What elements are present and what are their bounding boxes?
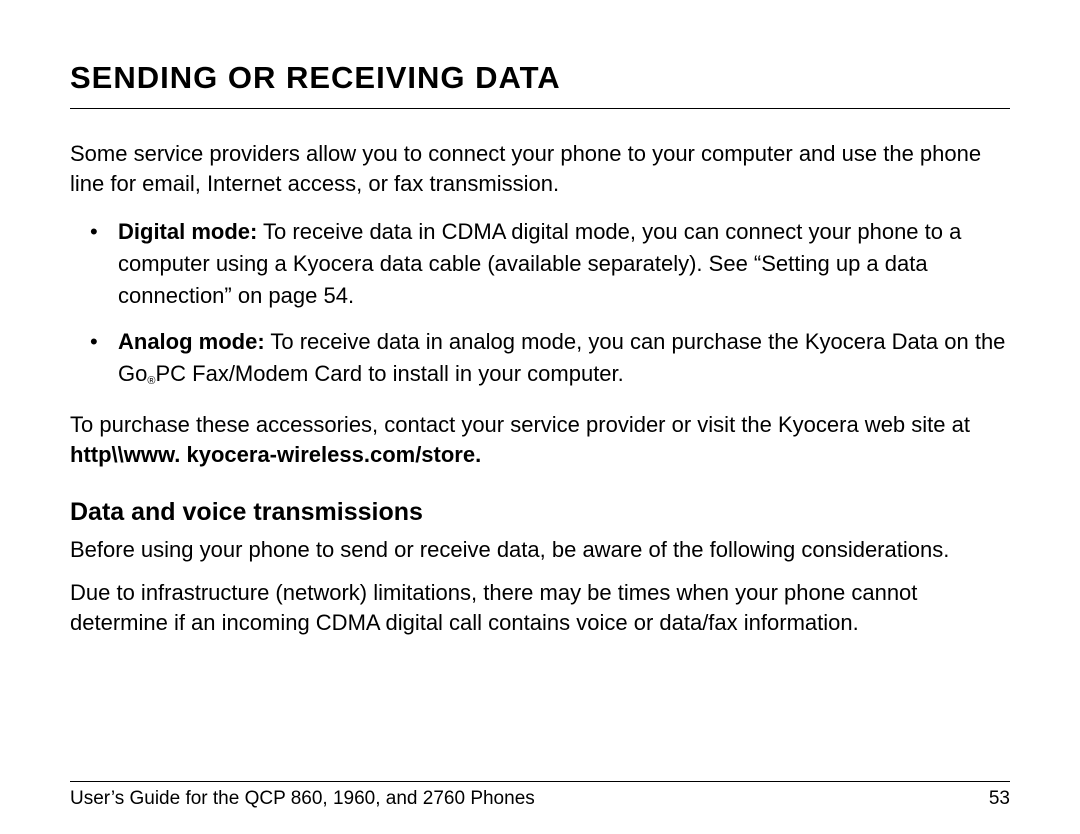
registered-mark-icon: ®	[147, 375, 155, 387]
page-footer: User’s Guide for the QCP 860, 1960, and …	[70, 781, 1010, 810]
analog-mode-label: Analog mode:	[118, 329, 265, 354]
analog-mode-text-after: PC Fax/Modem Card to install in your com…	[155, 361, 623, 386]
purchase-url: http\\www. kyocera-wireless.com/store.	[70, 442, 481, 467]
subheading: Data and voice transmissions	[70, 498, 1010, 527]
considerations-paragraph: Before using your phone to send or recei…	[70, 535, 1010, 565]
footer-guide-title: User’s Guide for the QCP 860, 1960, and …	[70, 788, 535, 810]
section-title: SENDING OR RECEIVING DATA	[70, 60, 1010, 109]
intro-paragraph: Some service providers allow you to conn…	[70, 139, 1010, 198]
list-item: Digital mode: To receive data in CDMA di…	[118, 216, 1010, 312]
purchase-text: To purchase these accessories, contact y…	[70, 412, 970, 437]
limitations-paragraph: Due to infrastructure (network) limitati…	[70, 578, 1010, 637]
digital-mode-label: Digital mode:	[118, 219, 257, 244]
list-item: Analog mode: To receive data in analog m…	[118, 326, 1010, 392]
purchase-paragraph: To purchase these accessories, contact y…	[70, 410, 1010, 469]
mode-list: Digital mode: To receive data in CDMA di…	[70, 216, 1010, 392]
page-number: 53	[989, 788, 1010, 810]
